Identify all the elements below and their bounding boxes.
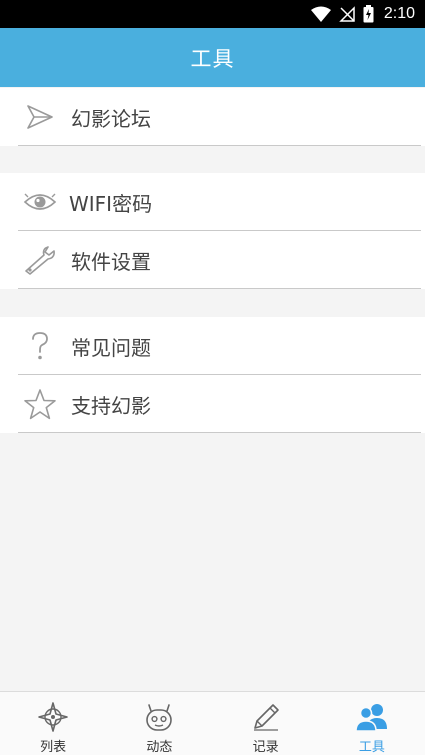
bottom-tab-bar: 列表 动态 记录 工具 — [0, 691, 425, 755]
question-icon — [20, 326, 60, 366]
divider — [18, 145, 421, 146]
menu-group-help: 常见问题 支持幻影 — [0, 317, 425, 433]
tab-label: 列表 — [40, 740, 67, 755]
menu-item-faq[interactable]: 常见问题 — [0, 317, 425, 375]
status-bar: 2:10 — [0, 0, 425, 28]
tab-feed[interactable]: 动态 — [106, 692, 212, 755]
menu-item-forum[interactable]: 幻影论坛 — [0, 88, 425, 146]
menu-item-label: 软件设置 — [71, 249, 151, 274]
pencil-icon — [249, 700, 283, 734]
menu-group-settings: WIFI密码 软件设置 — [0, 173, 425, 289]
tab-label: 记录 — [252, 740, 279, 755]
battery-charging-icon — [363, 5, 374, 23]
menu-group-forum: 幻影论坛 — [0, 88, 425, 146]
star-icon — [20, 384, 60, 424]
menu-item-wifi-password[interactable]: WIFI密码 — [0, 173, 425, 231]
menu-item-software-settings[interactable]: 软件设置 — [0, 231, 425, 289]
status-time: 2:10 — [383, 5, 415, 22]
tab-list[interactable]: 列表 — [0, 692, 106, 755]
tab-records[interactable]: 记录 — [213, 692, 319, 755]
users-icon — [355, 700, 389, 734]
page-title: 工具 — [190, 46, 235, 71]
menu-item-support[interactable]: 支持幻影 — [0, 375, 425, 433]
menu-item-label: WIFI密码 — [69, 191, 153, 216]
divider — [18, 432, 421, 433]
menu-item-label: 幻影论坛 — [71, 106, 151, 131]
tab-label: 动态 — [146, 740, 173, 755]
robot-icon — [142, 700, 176, 734]
send-icon — [20, 97, 60, 137]
compass-icon — [36, 700, 70, 734]
menu-item-label: 支持幻影 — [71, 393, 151, 418]
no-signal-icon — [339, 6, 355, 22]
eye-icon — [20, 182, 60, 222]
divider — [18, 288, 421, 289]
tab-label: 工具 — [358, 740, 385, 755]
wrench-icon — [20, 240, 60, 280]
wifi-icon — [310, 6, 331, 22]
menu-item-label: 常见问题 — [71, 335, 151, 360]
tab-tools[interactable]: 工具 — [319, 692, 425, 755]
title-bar: 工具 — [0, 28, 425, 87]
